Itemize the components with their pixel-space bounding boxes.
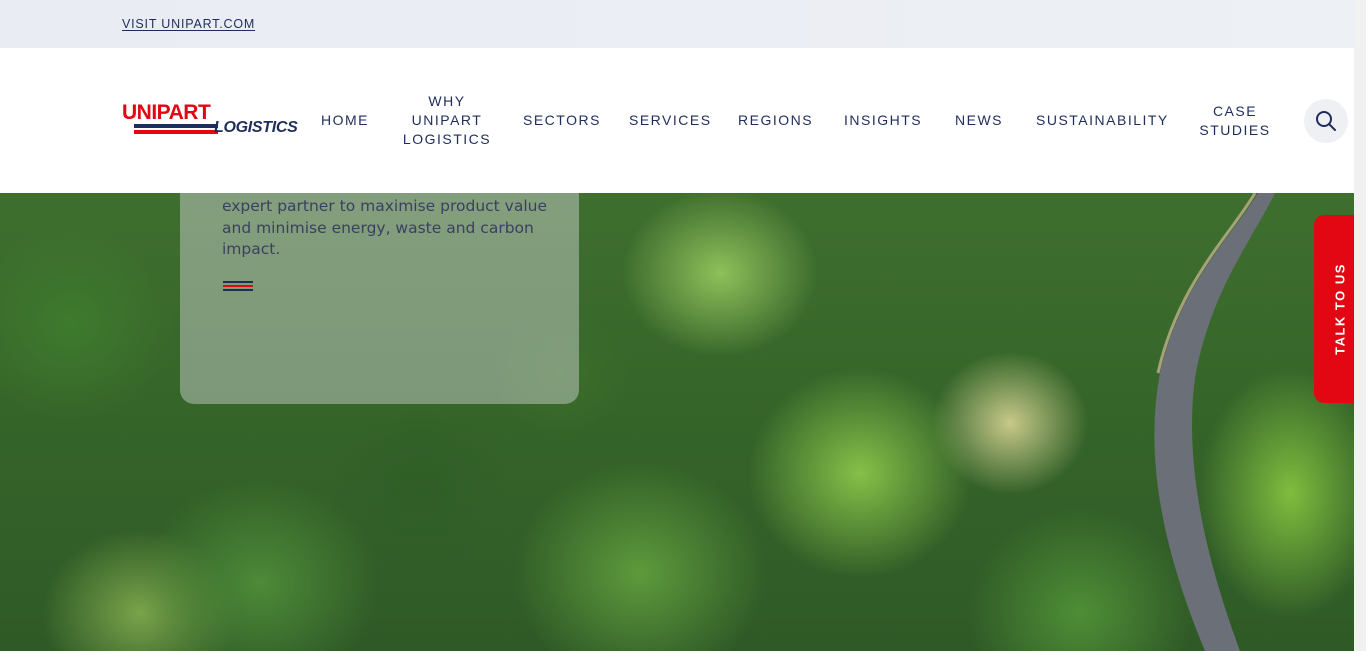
nav-sustainability[interactable]: SUSTAINABILITY (1036, 111, 1169, 130)
logo-stripe-navy (134, 124, 218, 128)
nav-insights[interactable]: INSIGHTS (844, 111, 922, 130)
nav-why-line-3: LOGISTICS (402, 131, 492, 147)
talk-to-us-label: TALK TO US (1332, 263, 1348, 355)
brand-stripes-icon (223, 281, 253, 293)
nav-services[interactable]: SERVICES (629, 111, 712, 130)
hero-text-card: expert partner to maximise product value… (180, 193, 579, 404)
logo-text-logistics: LOGISTICS (214, 119, 298, 136)
nav-why-line-1: WHY (428, 93, 466, 109)
nav-case-studies[interactable]: CASE STUDIES (1198, 102, 1272, 140)
logo-stripe-red (134, 130, 218, 134)
unipart-logistics-logo[interactable]: UNIPART LOGISTICS (122, 102, 300, 142)
nav-home[interactable]: HOME (321, 111, 369, 130)
nav-sectors[interactable]: SECTORS (523, 111, 601, 130)
nav-news[interactable]: NEWS (955, 111, 1003, 130)
nav-case-line-2: STUDIES (1199, 122, 1271, 138)
page-scrollbar[interactable] (1354, 0, 1366, 651)
nav-regions[interactable]: REGIONS (738, 111, 813, 130)
search-button[interactable] (1304, 99, 1348, 143)
logo-text-unipart: UNIPART (122, 101, 211, 124)
nav-why-line-2: UNIPART (411, 112, 483, 128)
nav-why-unipart-logistics[interactable]: WHY UNIPART LOGISTICS (402, 92, 492, 149)
top-bar: VISIT UNIPART.COM (0, 0, 1354, 48)
visit-unipart-link[interactable]: VISIT UNIPART.COM (122, 17, 255, 31)
nav-case-line-1: CASE (1212, 103, 1258, 119)
search-icon (1316, 111, 1336, 131)
hero-card-text: expert partner to maximise product value… (222, 197, 548, 258)
